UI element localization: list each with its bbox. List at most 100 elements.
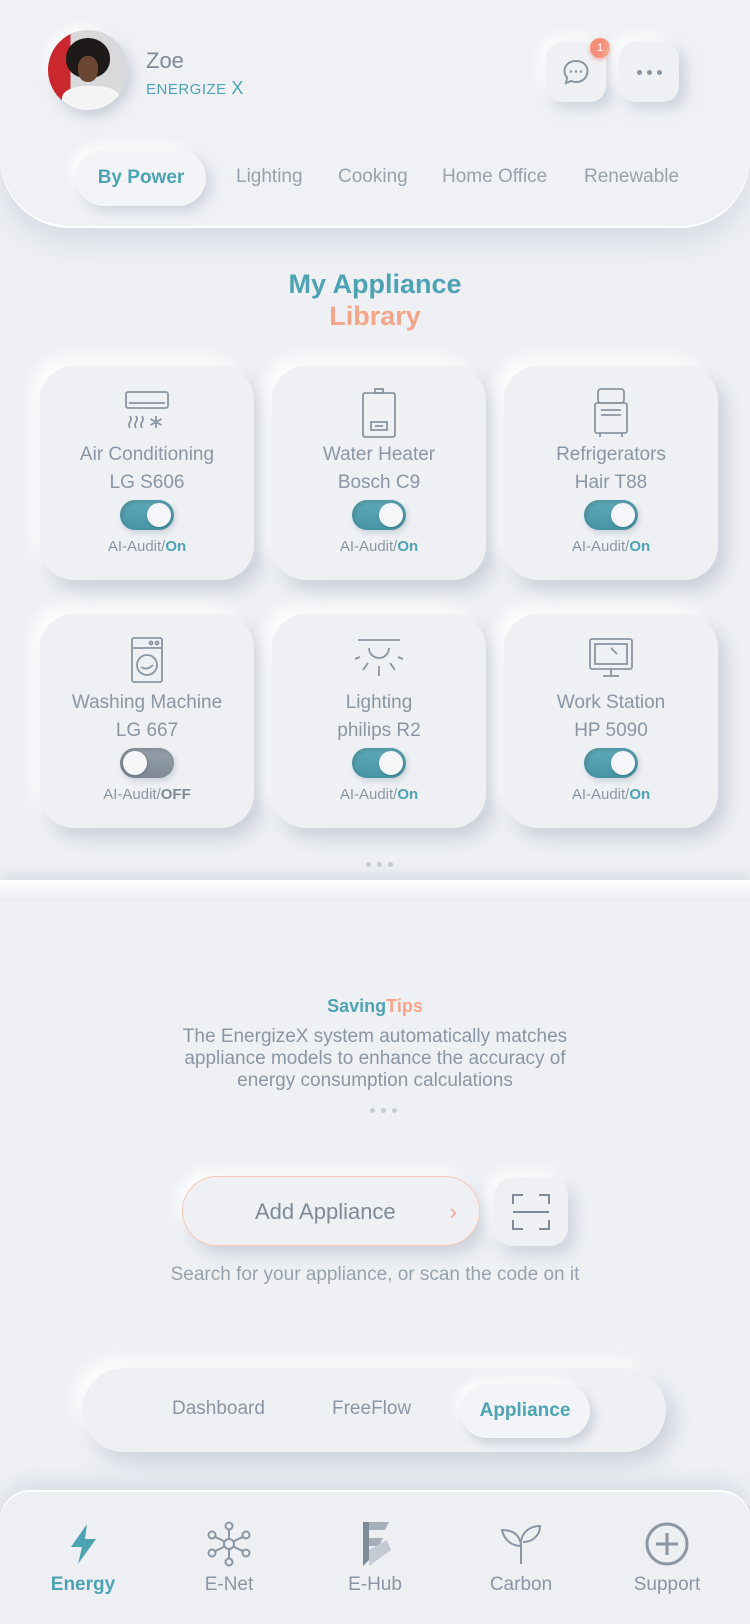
more-dots-icon <box>636 69 662 75</box>
section-divider <box>0 880 750 898</box>
segment-freeflow[interactable]: FreeFlow <box>332 1398 411 1420</box>
ai-audit-status: AI-Audit/OFF <box>40 786 254 803</box>
nav-label: Carbon <box>489 1574 553 1595</box>
tab-renewable[interactable]: Renewable <box>584 166 679 188</box>
audit-state: On <box>165 538 187 555</box>
library-title-line1: My Appliance <box>288 269 462 299</box>
tab-home-office[interactable]: Home Office <box>442 166 547 188</box>
hub-logo-icon <box>320 1520 430 1568</box>
appliance-model: Bosch C9 <box>337 472 421 493</box>
avatar-shoulder <box>62 86 120 110</box>
segment-appliance[interactable]: Appliance <box>460 1384 590 1438</box>
add-appliance-button[interactable]: Add Appliance › <box>182 1176 480 1246</box>
audit-label: AI-Audit/ <box>103 786 161 803</box>
saving-tips-text: The EnergizeX system automatically match… <box>182 1026 568 1091</box>
appliance-name: Work Station <box>556 692 666 713</box>
air-conditioner-icon <box>117 388 177 440</box>
tab-by-power[interactable]: By Power <box>76 150 206 206</box>
ai-audit-toggle[interactable] <box>352 748 406 778</box>
messages-button[interactable]: 1 <box>546 38 610 102</box>
appliance-model: Hair T88 <box>574 472 648 493</box>
scan-code-button[interactable] <box>494 1178 568 1246</box>
audit-label: AI-Audit/ <box>107 538 166 555</box>
view-segment-control: Dashboard FreeFlow Appliance <box>82 1368 666 1452</box>
avatar[interactable] <box>48 30 128 110</box>
appliance-model: philips R2 <box>337 720 421 741</box>
ai-audit-status: AI-Audit/On <box>504 786 718 803</box>
scan-icon <box>512 1194 550 1230</box>
chat-bubble-icon <box>563 59 589 85</box>
audit-state: On <box>397 538 419 555</box>
appliance-name: Water Heater <box>322 444 436 465</box>
nav-label: Energy <box>50 1574 116 1595</box>
network-icon <box>174 1520 284 1568</box>
ai-audit-status: AI-Audit/On <box>272 538 486 555</box>
ai-audit-status: AI-Audit/On <box>272 786 486 803</box>
toggle-knob <box>611 751 635 775</box>
nav-label: Support <box>633 1574 701 1595</box>
segment-dashboard[interactable]: Dashboard <box>172 1398 265 1420</box>
ai-audit-status: AI-Audit/On <box>504 538 718 555</box>
nav-carbon[interactable]: Carbon <box>466 1520 576 1596</box>
library-title-line2: Library <box>329 301 421 331</box>
audit-label: AI-Audit/ <box>571 538 630 555</box>
toggle-knob <box>123 751 147 775</box>
ai-audit-toggle[interactable] <box>120 748 174 778</box>
nav-label: E-Net <box>204 1574 254 1595</box>
audit-state: OFF <box>160 786 191 803</box>
appliance-name: Washing Machine <box>71 692 223 713</box>
nav-e-hub[interactable]: E-Hub <box>320 1520 430 1596</box>
ai-audit-toggle[interactable] <box>584 500 638 530</box>
tips-pager-dots <box>370 1108 397 1113</box>
appliance-name: Air Conditioning <box>79 444 215 465</box>
appliance-card-washing-machine[interactable]: Washing Machine LG 667 AI-Audit/OFF <box>40 614 254 828</box>
more-options-button[interactable] <box>619 42 679 102</box>
water-heater-icon <box>349 388 409 440</box>
ai-audit-status: AI-Audit/On <box>40 538 254 555</box>
tips-title-a: Saving <box>327 996 387 1016</box>
appliance-card-air-conditioning[interactable]: Air Conditioning LG S606 AI-Audit/On <box>40 366 254 580</box>
toggle-knob <box>379 503 403 527</box>
ai-audit-toggle[interactable] <box>584 748 638 778</box>
ai-audit-toggle[interactable] <box>120 500 174 530</box>
toggle-knob <box>611 503 635 527</box>
avatar-face <box>78 56 98 82</box>
nav-support[interactable]: Support <box>612 1520 722 1596</box>
brand-suffix: X <box>231 78 244 98</box>
audit-label: AI-Audit/ <box>339 538 398 555</box>
appliance-name: Refrigerators <box>556 444 666 465</box>
audit-state: On <box>629 538 651 555</box>
saving-tips-title: SavingTips <box>0 996 750 1017</box>
appliance-card-work-station[interactable]: Work Station HP 5090 AI-Audit/On <box>504 614 718 828</box>
lightning-icon <box>28 1520 138 1568</box>
appliance-name: Lighting <box>345 692 413 713</box>
appliance-model: LG S606 <box>109 472 185 493</box>
tab-lighting[interactable]: Lighting <box>236 166 303 188</box>
ai-audit-toggle[interactable] <box>352 500 406 530</box>
audit-state: On <box>397 786 419 803</box>
appliance-card-refrigerators[interactable]: Refrigerators Hair T88 AI-Audit/On <box>504 366 718 580</box>
tips-title-b: Tips <box>386 996 423 1016</box>
appliance-card-water-heater[interactable]: Water Heater Bosch C9 AI-Audit/On <box>272 366 486 580</box>
toggle-knob <box>379 751 403 775</box>
library-pager-dots <box>366 862 393 867</box>
ceiling-light-icon <box>349 636 409 688</box>
audit-label: AI-Audit/ <box>571 786 630 803</box>
nav-e-net[interactable]: E-Net <box>174 1520 284 1596</box>
category-tabs: By Power Lighting Cooking Home Office Re… <box>0 150 750 206</box>
nav-energy[interactable]: Energy <box>28 1520 138 1596</box>
tab-cooking[interactable]: Cooking <box>338 166 408 188</box>
brand-name: ENERGIZE X <box>146 78 244 99</box>
user-name: Zoe <box>146 48 184 73</box>
bottom-navigation: Energy E-Net E-Hub Carbon Support <box>0 1490 750 1624</box>
sprout-icon <box>466 1520 576 1568</box>
refrigerator-icon <box>581 388 641 440</box>
appliance-card-lighting[interactable]: Lighting philips R2 AI-Audit/On <box>272 614 486 828</box>
monitor-icon <box>581 636 641 688</box>
chevron-right-icon: › <box>449 1199 457 1224</box>
add-appliance-label: Add Appliance <box>255 1199 396 1224</box>
brand-text: ENERGIZE <box>146 81 227 98</box>
plus-circle-icon <box>612 1520 722 1568</box>
audit-label: AI-Audit/ <box>339 786 398 803</box>
audit-state: On <box>629 786 651 803</box>
